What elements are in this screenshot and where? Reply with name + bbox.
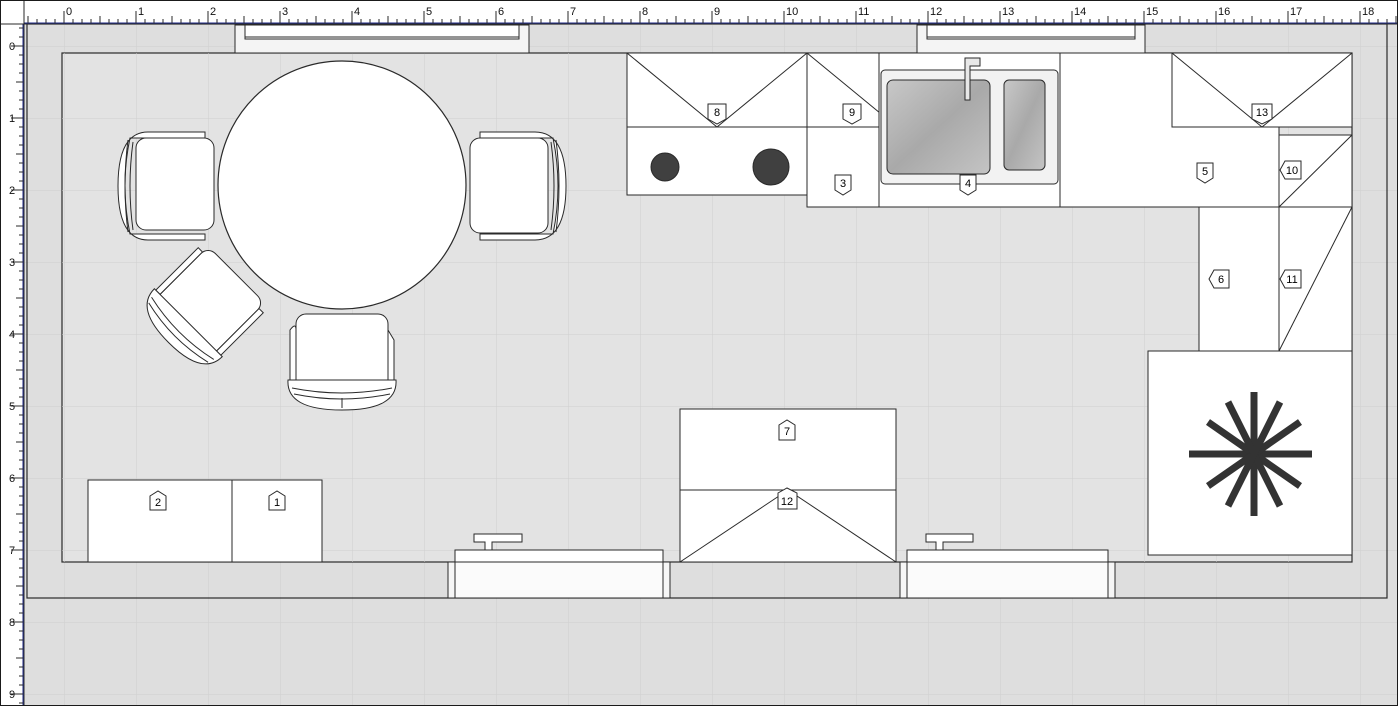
ruler-top: 0 1 2 3 4 5 6 7 8 9 10 11 12 13 14 15 16 17 18	[0, 0, 1398, 25]
tag-13-label: 13	[1256, 107, 1268, 119]
ceiling-fan[interactable]	[1147, 350, 1353, 556]
ruler-left-label: 5	[9, 401, 15, 413]
tag-3-label: 3	[840, 178, 846, 190]
ruler-top-label: 3	[282, 6, 288, 18]
ruler-top-label: 7	[570, 6, 576, 18]
tag-6-label: 6	[1218, 274, 1224, 286]
chair-bottom[interactable]	[287, 313, 397, 411]
ruler-left-label: 9	[9, 689, 15, 701]
burner-small-icon	[650, 152, 680, 182]
sink-bowl-right	[1003, 79, 1046, 171]
ruler-top-label: 8	[642, 6, 648, 18]
tag-5[interactable]: 5	[1196, 162, 1214, 184]
burner-large-icon	[752, 148, 790, 186]
tag-13[interactable]: 13	[1251, 103, 1273, 125]
ruler-top-label: 11	[858, 6, 869, 18]
ruler-corner	[0, 0, 25, 25]
window-top-right[interactable]	[916, 24, 1146, 54]
tag-4[interactable]: 4	[959, 174, 977, 196]
cooktop[interactable]	[626, 126, 808, 196]
tag-8-label: 8	[714, 107, 720, 119]
tag-10-label: 10	[1286, 165, 1298, 177]
ruler-top-label: 16	[1218, 6, 1230, 18]
ruler-top-label: 5	[426, 6, 432, 18]
ruler-left-label: 6	[9, 473, 15, 485]
tag-9[interactable]: 9	[842, 103, 862, 125]
ruler-left-label: 7	[9, 545, 15, 557]
ruler-top-label: 6	[498, 6, 504, 18]
ruler-top-label: 18	[1362, 6, 1374, 18]
tag-12-label: 12	[781, 496, 793, 508]
tag-4-label: 4	[965, 178, 971, 190]
ruler-top-label: 4	[354, 6, 360, 18]
ruler-top-label: 10	[786, 6, 798, 18]
ruler-top-label: 12	[930, 6, 942, 18]
tag-11[interactable]: 11	[1279, 269, 1302, 289]
ruler-left-label: 0	[9, 41, 15, 53]
tag-7-label: 7	[784, 426, 790, 438]
ruler-left-label: 8	[9, 617, 15, 629]
ruler-left-label: 1	[9, 113, 15, 125]
ruler-top-label: 0	[66, 6, 72, 18]
window-top-left[interactable]	[234, 24, 530, 54]
floor-plan-canvas[interactable]: 1 2 3 4 5 6 7 8 9 10 11 12 13 0 1 2 3 4 …	[0, 0, 1398, 706]
tag-12[interactable]: 12	[777, 487, 798, 510]
ruler-left-label: 2	[9, 185, 15, 197]
ruler-left-label: 3	[9, 257, 15, 269]
sink-bowl-left	[886, 79, 991, 175]
tag-2-label: 2	[155, 497, 161, 509]
ruler-top-label: 13	[1002, 6, 1014, 18]
ruler-top-label: 14	[1074, 6, 1086, 18]
ruler-left-label: 4	[9, 329, 15, 341]
tag-10[interactable]: 10	[1279, 160, 1302, 180]
tag-1-label: 1	[274, 497, 280, 509]
tag-9-label: 9	[849, 107, 855, 119]
ruler-top-label: 2	[210, 6, 216, 18]
tag-11-label: 11	[1286, 274, 1297, 286]
tag-6[interactable]: 6	[1208, 269, 1230, 289]
tag-7[interactable]: 7	[778, 419, 796, 441]
tag-5-label: 5	[1202, 166, 1208, 178]
tag-8[interactable]: 8	[707, 103, 727, 125]
ruler-top-label: 9	[714, 6, 720, 18]
ruler-left: 0 1 2 3 4 5 6 7 8 9	[0, 0, 25, 706]
tag-3[interactable]: 3	[834, 174, 852, 196]
ruler-top-label: 1	[138, 6, 144, 18]
ruler-top-label: 15	[1146, 6, 1158, 18]
round-dining-table[interactable]	[217, 60, 467, 310]
ruler-top-label: 17	[1290, 6, 1302, 18]
